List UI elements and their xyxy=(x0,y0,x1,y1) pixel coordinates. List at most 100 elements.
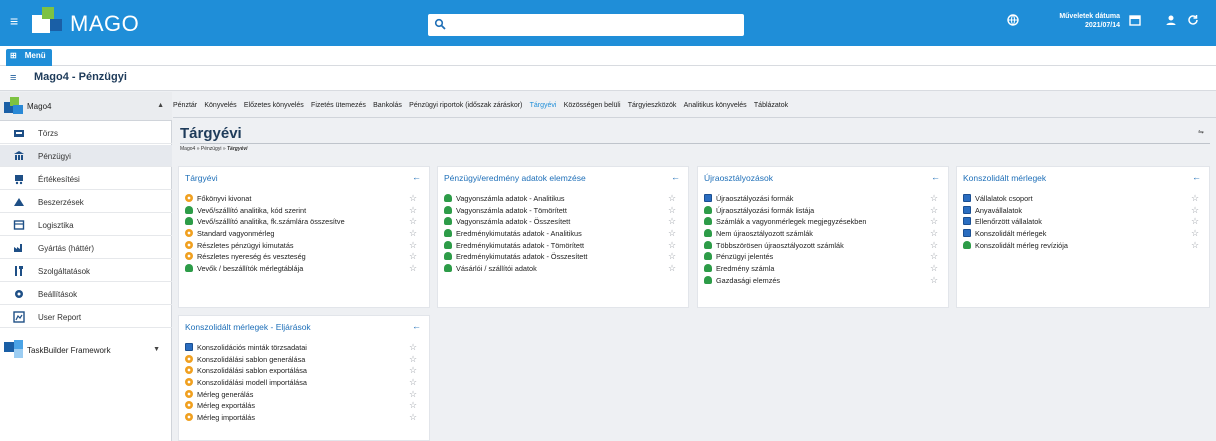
card-item[interactable]: Nem újraosztályozott számlák ☆ xyxy=(704,228,938,240)
favorite-star-icon[interactable]: ☆ xyxy=(409,389,417,401)
favorite-star-icon[interactable]: ☆ xyxy=(1191,193,1199,205)
sidebar-item-penzugyi[interactable]: Pénzügyi xyxy=(0,145,172,167)
card-item[interactable]: Újraosztályozási formák ☆ xyxy=(704,193,938,205)
tab-analitikus-konyveles[interactable]: Analitikus könyvelés xyxy=(684,102,747,109)
card-item[interactable]: Konszolidált mérleg revíziója ☆ xyxy=(963,240,1199,252)
favorite-star-icon[interactable]: ☆ xyxy=(409,365,417,377)
sidebar-item-beszerzesek[interactable]: Beszerzések xyxy=(0,191,172,213)
card-item[interactable]: Részletes pénzügyi kimutatás ☆ xyxy=(185,240,417,252)
favorite-star-icon[interactable]: ☆ xyxy=(930,263,938,275)
favorite-star-icon[interactable]: ☆ xyxy=(409,240,417,252)
favorite-star-icon[interactable]: ☆ xyxy=(930,240,938,252)
operation-date[interactable]: Műveletek dátuma 2021/07/14 xyxy=(1040,12,1120,30)
tab-bankolas[interactable]: Bankolás xyxy=(373,102,402,109)
favorite-star-icon[interactable]: ☆ xyxy=(668,240,676,252)
favorite-star-icon[interactable]: ☆ xyxy=(409,377,417,389)
card-item[interactable]: Vagyonszámla adatok - Analitikus ☆ xyxy=(444,193,676,205)
favorite-star-icon[interactable]: ☆ xyxy=(409,216,417,228)
favorite-star-icon[interactable]: ☆ xyxy=(668,193,676,205)
card-item[interactable]: Vagyonszámla adatok - Összesített ☆ xyxy=(444,216,676,228)
favorite-star-icon[interactable]: ☆ xyxy=(409,228,417,240)
favorite-star-icon[interactable]: ☆ xyxy=(668,216,676,228)
search-box[interactable] xyxy=(428,14,744,36)
breadcrumb-item[interactable]: Mago4 xyxy=(180,146,195,152)
favorite-star-icon[interactable]: ☆ xyxy=(409,412,417,424)
sidebar-item-taskbuilder[interactable]: TaskBuilder Framework ▼ xyxy=(0,336,172,366)
card-item[interactable]: Eredmény számla ☆ xyxy=(704,263,938,275)
card-item[interactable]: Vállalatok csoport ☆ xyxy=(963,193,1199,205)
favorite-star-icon[interactable]: ☆ xyxy=(668,263,676,275)
collapse-arrow-icon[interactable]: ← xyxy=(1192,172,1201,182)
tab-penztar[interactable]: Pénztár xyxy=(173,102,197,109)
sidebar-item-gyartas[interactable]: Gyártás (háttér) xyxy=(0,237,172,259)
tab-penzugyi-riportok[interactable]: Pénzügyi riportok (időszak záráskor) xyxy=(409,102,522,109)
favorite-star-icon[interactable]: ☆ xyxy=(930,251,938,263)
card-item[interactable]: Konszolidált mérlegek ☆ xyxy=(963,228,1199,240)
favorite-star-icon[interactable]: ☆ xyxy=(1191,216,1199,228)
card-item[interactable]: Eredménykimutatás adatok - Analitikus ☆ xyxy=(444,228,676,240)
favorite-star-icon[interactable]: ☆ xyxy=(409,205,417,217)
card-item[interactable]: Vásárlói / szállítói adatok ☆ xyxy=(444,263,676,275)
collapse-arrow-icon[interactable]: ← xyxy=(671,172,680,182)
pin-icon[interactable]: ⇋ xyxy=(1198,128,1204,136)
card-item[interactable]: Főkönyvi kivonat ☆ xyxy=(185,193,417,205)
favorite-star-icon[interactable]: ☆ xyxy=(409,342,417,354)
card-item[interactable]: Számlák a vagyonmérlegek megjegyzésekben… xyxy=(704,216,938,228)
card-item[interactable]: Eredménykimutatás adatok - Tömörített ☆ xyxy=(444,240,676,252)
favorite-star-icon[interactable]: ☆ xyxy=(668,228,676,240)
search-input[interactable] xyxy=(450,17,736,33)
favorite-star-icon[interactable]: ☆ xyxy=(409,251,417,263)
globe-icon[interactable] xyxy=(1006,14,1020,28)
card-item[interactable]: Eredménykimutatás adatok - Összesített ☆ xyxy=(444,251,676,263)
card-item[interactable]: Újraosztályozási formák listája ☆ xyxy=(704,205,938,217)
breadcrumb-item[interactable]: Pénzügyi xyxy=(201,146,222,152)
tab-tablazatok[interactable]: Táblázatok xyxy=(754,102,788,109)
card-item[interactable]: Mérleg exportálás ☆ xyxy=(185,400,417,412)
sidebar-item-logisztika[interactable]: Logisztika xyxy=(0,214,172,236)
card-item[interactable]: Vevők / beszállítók mérlegtáblája ☆ xyxy=(185,263,417,275)
favorite-star-icon[interactable]: ☆ xyxy=(668,251,676,263)
user-icon[interactable] xyxy=(1164,14,1178,28)
refresh-icon[interactable] xyxy=(1186,14,1200,28)
collapse-arrow-icon[interactable]: ← xyxy=(412,172,421,182)
favorite-star-icon[interactable]: ☆ xyxy=(409,263,417,275)
favorite-star-icon[interactable]: ☆ xyxy=(1191,205,1199,217)
tab-kozossegen-belul[interactable]: Közösségen belüli xyxy=(564,102,621,109)
card-item[interactable]: Anyavállalatok ☆ xyxy=(963,205,1199,217)
tab-fizetes-utemezes[interactable]: Fizetés ütemezés xyxy=(311,102,366,109)
card-item[interactable]: Konszolidálási sablon generálása ☆ xyxy=(185,354,417,366)
collapse-arrow-icon[interactable]: ← xyxy=(931,172,940,182)
collapse-arrow-icon[interactable]: ← xyxy=(412,321,421,331)
sidebar-item-torzs[interactable]: Törzs xyxy=(0,122,172,144)
sidebar-item-beallitasok[interactable]: Beállítások xyxy=(0,283,172,305)
favorite-star-icon[interactable]: ☆ xyxy=(409,400,417,412)
favorite-star-icon[interactable]: ☆ xyxy=(930,228,938,240)
card-item[interactable]: Konszolidálási sablon exportálása ☆ xyxy=(185,365,417,377)
favorite-star-icon[interactable]: ☆ xyxy=(930,205,938,217)
favorite-star-icon[interactable]: ☆ xyxy=(668,205,676,217)
card-item[interactable]: Mérleg generálás ☆ xyxy=(185,389,417,401)
favorite-star-icon[interactable]: ☆ xyxy=(930,275,938,287)
card-item[interactable]: Részletes nyereség és veszteség ☆ xyxy=(185,251,417,263)
tab-targyieszkozok[interactable]: Tárgyieszközök xyxy=(628,102,677,109)
favorite-star-icon[interactable]: ☆ xyxy=(409,354,417,366)
card-item[interactable]: Vevő/szállító analitika, kód szerint ☆ xyxy=(185,205,417,217)
hamburger-menu-icon[interactable]: ≡ xyxy=(10,14,24,28)
calendar-icon[interactable] xyxy=(1128,14,1142,28)
card-item[interactable]: Ellenőrzött vállalatok ☆ xyxy=(963,216,1199,228)
tab-konyveles[interactable]: Könyvelés xyxy=(204,102,236,109)
card-item[interactable]: Vagyonszámla adatok - Tömörített ☆ xyxy=(444,205,676,217)
favorite-star-icon[interactable]: ☆ xyxy=(930,216,938,228)
favorite-star-icon[interactable]: ☆ xyxy=(930,193,938,205)
card-item[interactable]: Vevő/szállító analitika, fk.számlára öss… xyxy=(185,216,417,228)
sidebar-item-ertekesitesi[interactable]: Értékesítési xyxy=(0,168,172,190)
card-item[interactable]: Mérleg importálás ☆ xyxy=(185,412,417,424)
card-item[interactable]: Többszörösen újraosztályozott számlák ☆ xyxy=(704,240,938,252)
sidebar-item-user-report[interactable]: User Report xyxy=(0,306,172,328)
card-item[interactable]: Gazdasági elemzés ☆ xyxy=(704,275,938,287)
sidebar-item-szolgaltatasok[interactable]: Szolgáltatások xyxy=(0,260,172,282)
tab-elozetes-konyveles[interactable]: Előzetes könyvelés xyxy=(244,102,304,109)
menu-tab[interactable]: ⊞ Menü xyxy=(6,49,52,66)
card-item[interactable]: Pénzügyi jelentés ☆ xyxy=(704,251,938,263)
card-item[interactable]: Konszolidálási modell importálása ☆ xyxy=(185,377,417,389)
